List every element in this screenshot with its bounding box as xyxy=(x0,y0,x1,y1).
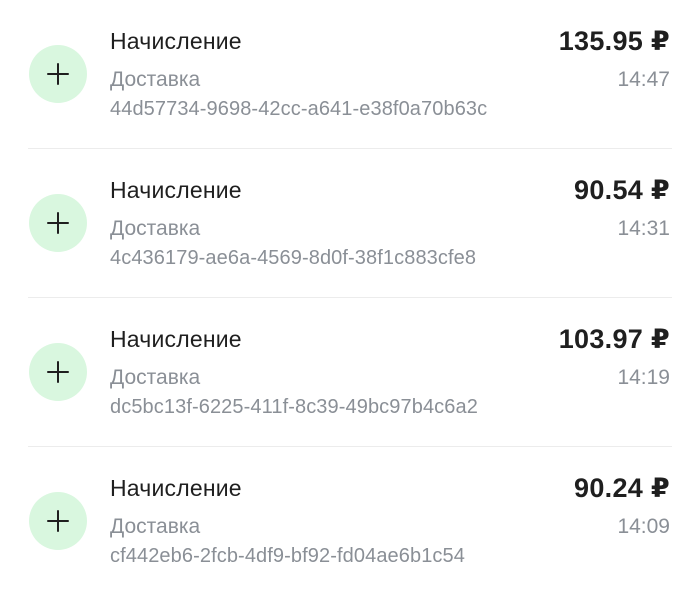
order-id: 4c436179-ae6a-4569-8d0f-38f1c883cfe8 xyxy=(110,247,477,269)
plus-icon xyxy=(29,45,87,103)
transaction-item[interactable]: Начисление Доставка cf442eb6-2fcb-4df9-b… xyxy=(0,447,700,596)
transaction-item[interactable]: Начисление Доставка dc5bc13f-6225-411f-8… xyxy=(0,298,700,447)
transaction-list: Начисление Доставка 44d57734-9698-42cc-a… xyxy=(0,0,700,596)
transaction-amount: 90.24 ₽ xyxy=(574,473,670,503)
transaction-title: Начисление xyxy=(110,475,242,501)
transaction-amount: 135.95 ₽ xyxy=(558,26,670,56)
transaction-item[interactable]: Начисление Доставка 4c436179-ae6a-4569-8… xyxy=(0,149,700,298)
transaction-subtitle: Доставка xyxy=(110,68,201,91)
transaction-title: Начисление xyxy=(110,177,242,203)
transaction-time: 14:19 xyxy=(617,366,670,389)
order-id: dc5bc13f-6225-411f-8c39-49bc97b4c6a2 xyxy=(110,396,478,418)
transaction-title: Начисление xyxy=(110,28,242,54)
transaction-subtitle: Доставка xyxy=(110,515,201,538)
transaction-subtitle: Доставка xyxy=(110,217,201,240)
transaction-amount: 103.97 ₽ xyxy=(558,324,670,354)
plus-icon xyxy=(29,194,87,252)
plus-icon xyxy=(29,343,87,401)
transaction-amount: 90.54 ₽ xyxy=(574,175,670,205)
order-id: 44d57734-9698-42cc-a641-e38f0a70b63c xyxy=(110,98,488,120)
order-id: cf442eb6-2fcb-4df9-bf92-fd04ae6b1c54 xyxy=(110,545,465,567)
transaction-time: 14:09 xyxy=(617,515,670,538)
transaction-time: 14:31 xyxy=(617,217,670,240)
transaction-subtitle: Доставка xyxy=(110,366,201,389)
transaction-item[interactable]: Начисление Доставка 44d57734-9698-42cc-a… xyxy=(0,0,700,149)
transaction-time: 14:47 xyxy=(617,68,670,91)
plus-icon xyxy=(29,492,87,550)
transaction-title: Начисление xyxy=(110,326,242,352)
